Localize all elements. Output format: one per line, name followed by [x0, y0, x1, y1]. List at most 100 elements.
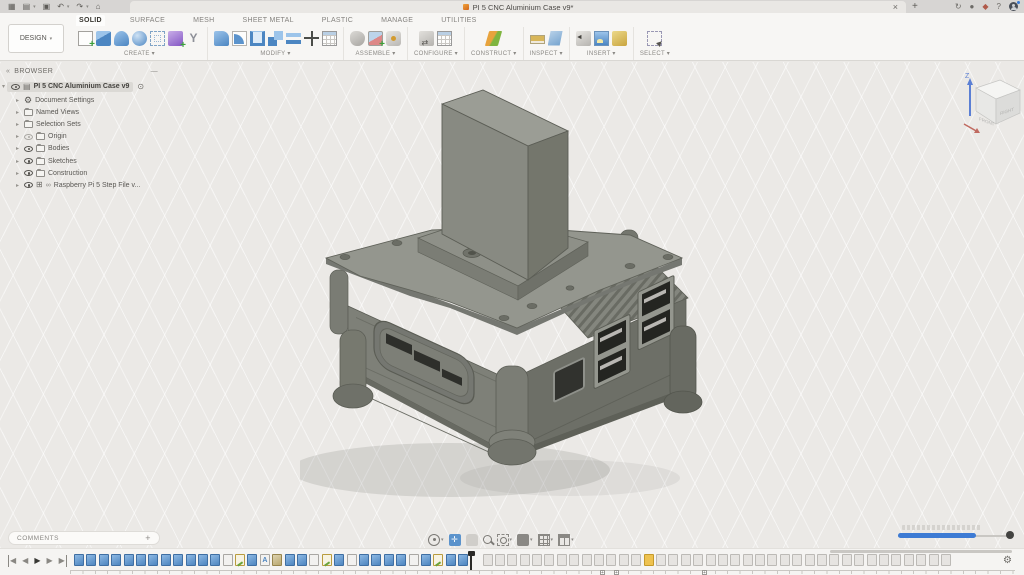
timeline-feature-icon[interactable] — [334, 554, 344, 566]
sweep-icon[interactable] — [114, 31, 129, 46]
timeline-feature-icon-suppressed[interactable] — [817, 554, 827, 566]
skip-to-end-button[interactable]: ▶ — [59, 555, 67, 567]
timeline-feature-icon[interactable] — [161, 554, 171, 566]
derive-joint-icon[interactable] — [186, 31, 201, 46]
slider-knob[interactable] — [1006, 531, 1014, 539]
group-label-select[interactable]: SELECT ▾ — [640, 50, 670, 57]
new-component-icon[interactable] — [368, 31, 383, 46]
display-settings-icon[interactable] — [517, 534, 529, 546]
pattern-points-icon[interactable] — [150, 31, 165, 46]
sidebar-item-selection-sets[interactable]: ▸Selection Sets — [2, 118, 214, 130]
timeline-feature-icon[interactable] — [433, 554, 443, 566]
chevron-right-icon[interactable]: ▸ — [16, 170, 21, 177]
close-tab-icon[interactable]: × — [893, 1, 898, 13]
grid-snaps-icon[interactable] — [538, 534, 550, 546]
zoom-icon[interactable] — [483, 535, 492, 544]
eye-icon[interactable] — [24, 158, 33, 164]
timeline-feature-icon[interactable] — [136, 554, 146, 566]
orbit-icon[interactable]: ▾ — [428, 534, 444, 546]
select-tool-icon[interactable] — [647, 31, 662, 46]
grid-snaps-icon[interactable]: ▾ — [538, 534, 554, 546]
timeline-feature-icon[interactable] — [173, 554, 183, 566]
notifications-icon[interactable]: ◆ — [982, 2, 988, 11]
timeline-feature-icon[interactable] — [210, 554, 220, 566]
timeline-feature-icon-suppressed[interactable] — [532, 554, 542, 566]
timeline-feature-icon[interactable] — [371, 554, 381, 566]
tab-utilities[interactable]: UTILITIES — [438, 15, 479, 26]
document-tab[interactable]: PI 5 CNC Aluminium Case v9* × — [130, 1, 906, 13]
change-parameters-icon[interactable] — [322, 31, 337, 46]
timeline-feature-icon[interactable] — [111, 554, 121, 566]
display-settings-icon[interactable]: ▾ — [517, 534, 533, 546]
timeline-feature-icon-suppressed[interactable] — [606, 554, 616, 566]
timeline-playhead[interactable] — [470, 551, 472, 570]
chevron-right-icon[interactable]: ▸ — [16, 109, 21, 116]
orbit-icon[interactable] — [428, 534, 440, 546]
timeline-settings-gear-icon[interactable]: ⚙ — [1003, 555, 1012, 567]
grab-icon[interactable] — [466, 534, 478, 546]
timeline-feature-icon-suppressed[interactable] — [829, 554, 839, 566]
tab-plastic[interactable]: PLASTIC — [319, 15, 356, 26]
redo-icon[interactable]: ↷ — [76, 0, 83, 13]
job-status-icon[interactable]: ● — [970, 2, 975, 11]
group-label-modify[interactable]: MODIFY ▾ — [260, 50, 290, 57]
save-icon[interactable]: ▣ — [43, 0, 51, 13]
timeline-feature-icon[interactable] — [322, 554, 332, 566]
timeline-feature-icon-suppressed[interactable] — [780, 554, 790, 566]
position-icon[interactable] — [350, 31, 365, 46]
move-copy-icon[interactable] — [304, 31, 319, 46]
timeline-scrollbar[interactable] — [830, 550, 1012, 553]
configuration-table-icon[interactable] — [437, 31, 452, 46]
press-pull-icon[interactable] — [214, 31, 229, 46]
workspace-selector[interactable]: DESIGN ▾ — [8, 24, 64, 53]
activate-component-radio[interactable]: ⊙ — [137, 82, 144, 91]
shell-icon[interactable] — [250, 31, 265, 46]
chevron-right-icon[interactable]: ▸ — [16, 97, 21, 104]
timeline-feature-icon-suppressed[interactable] — [495, 554, 505, 566]
app-grid-icon[interactable]: ▦ — [8, 0, 16, 13]
timeline-feature-icon[interactable] — [198, 554, 208, 566]
insert-mcmaster-icon[interactable] — [612, 31, 627, 46]
timeline-feature-icon-suppressed[interactable] — [867, 554, 877, 566]
timeline-feature-icon-suppressed[interactable] — [879, 554, 889, 566]
viewports-icon[interactable]: ▾ — [558, 534, 574, 546]
viewport-canvas[interactable]: Z FRONT RIGHT « BROWSER — ▾ ▤ PI 5 CNC A… — [0, 62, 1024, 548]
group-label-inspect[interactable]: INSPECT ▾ — [530, 50, 563, 57]
chevron-right-icon[interactable]: ▸ — [16, 133, 21, 140]
step-forward-button[interactable]: ▶ — [46, 555, 52, 567]
create-sketch-icon[interactable] — [78, 31, 93, 46]
timeline-feature-icon-suppressed[interactable] — [792, 554, 802, 566]
timeline-feature-icon[interactable] — [99, 554, 109, 566]
timeline-feature-icon[interactable] — [309, 554, 319, 566]
timeline-feature-icon[interactable] — [260, 554, 270, 566]
chevron-right-icon[interactable]: ▸ — [16, 145, 21, 152]
timeline-feature-icon-suppressed[interactable] — [557, 554, 567, 566]
group-label-create[interactable]: CREATE ▾ — [124, 50, 155, 57]
timeline-feature-icon[interactable] — [347, 554, 357, 566]
group-label-insert[interactable]: INSERT ▾ — [587, 50, 616, 57]
timeline-feature-icon-suppressed[interactable] — [904, 554, 914, 566]
section-analysis-icon[interactable] — [548, 31, 563, 46]
timeline-feature-icon[interactable] — [384, 554, 394, 566]
timeline-feature-icon[interactable] — [124, 554, 134, 566]
group-label-assemble[interactable]: ASSEMBLE ▾ — [355, 50, 395, 57]
timeline-feature-icon-suppressed[interactable] — [767, 554, 777, 566]
tab-sheet-metal[interactable]: SHEET METAL — [240, 15, 297, 26]
chevron-right-icon[interactable]: ▸ — [16, 158, 21, 165]
zoom-icon[interactable] — [483, 535, 492, 544]
fit-icon[interactable] — [497, 534, 509, 546]
timeline-feature-icon-suppressed[interactable] — [569, 554, 579, 566]
timeline-feature-icon-suppressed[interactable] — [582, 554, 592, 566]
configure-icon[interactable] — [419, 31, 434, 46]
sidebar-item-named-views[interactable]: ▸Named Views — [2, 106, 214, 118]
timeline-feature-icon-suppressed[interactable] — [681, 554, 691, 566]
grab-icon[interactable] — [466, 534, 478, 546]
timeline-feature-icon[interactable] — [285, 554, 295, 566]
sidebar-item-document-settings[interactable]: ▸⚙Document Settings — [2, 94, 214, 106]
timeline-feature-icon-suppressed[interactable] — [941, 554, 951, 566]
home-icon[interactable]: ⌂ — [96, 0, 101, 13]
timeline-feature-icon[interactable] — [272, 554, 282, 566]
skip-to-start-button[interactable]: ◀ — [8, 555, 16, 567]
eye-icon[interactable] — [24, 182, 33, 188]
undo-icon[interactable]: ↶ — [57, 0, 64, 13]
